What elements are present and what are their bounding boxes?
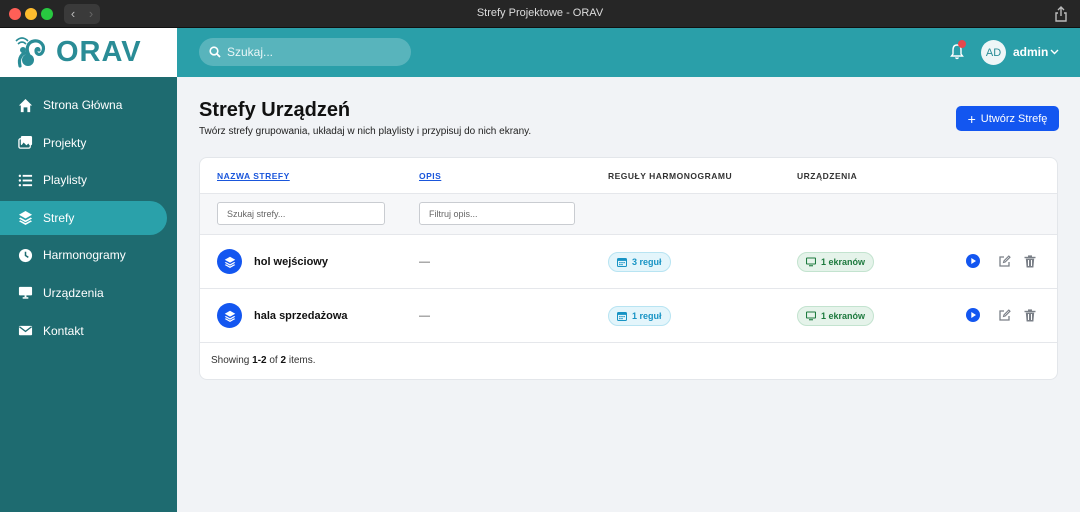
envelope-icon: [18, 325, 33, 336]
calendar-icon: [617, 258, 627, 267]
rules-count: 3 reguł: [632, 257, 662, 267]
sidebar-item-label: Urządzenia: [43, 285, 104, 300]
page-subtitle: Twórz strefy grupowania, układaj w nich …: [199, 126, 532, 137]
edit-icon: [998, 308, 1011, 321]
topbar: AD admin: [177, 28, 1080, 77]
devices-badge[interactable]: 1 ekranów: [797, 306, 875, 326]
list-icon: [18, 174, 33, 187]
sidebar: ORAV Strona Główna Projekty Playlisty St…: [0, 28, 177, 512]
sidebar-nav: Strona Główna Projekty Playlisty Strefy …: [0, 88, 177, 348]
summary-range: 1-2: [252, 355, 267, 366]
sidebar-item-zones[interactable]: Strefy: [0, 200, 167, 235]
sidebar-item-home[interactable]: Strona Główna: [0, 88, 177, 122]
play-button[interactable]: [966, 254, 980, 268]
layers-icon: [18, 211, 33, 226]
logo[interactable]: ORAV: [0, 28, 177, 77]
delete-button[interactable]: [1023, 308, 1037, 322]
zone-description: —: [419, 310, 430, 322]
main-content: Strefy Urządzeń Twórz strefy grupowania,…: [177, 77, 1080, 512]
sidebar-item-label: Projekty: [43, 135, 87, 150]
sidebar-item-label: Kontakt: [43, 323, 84, 338]
rules-badge[interactable]: 1 reguł: [608, 306, 671, 326]
zones-table: NAZWA STREFY OPIS REGUŁY HARMONOGRAMU UR…: [199, 157, 1058, 380]
devices-badge[interactable]: 1 ekranów: [797, 252, 875, 272]
sidebar-item-label: Playlisty: [43, 173, 88, 188]
sidebar-item-playlists[interactable]: Playlisty: [0, 163, 177, 197]
sidebar-item-devices[interactable]: Urządzenia: [0, 276, 177, 310]
global-search: [199, 38, 411, 66]
zone-name[interactable]: hala sprzedażowa: [254, 310, 348, 322]
sidebar-item-projects[interactable]: Projekty: [0, 126, 177, 160]
sidebar-item-label: Strona Główna: [43, 98, 123, 112]
sidebar-item-label: Harmonogramy: [43, 248, 126, 263]
edit-button[interactable]: [997, 308, 1011, 322]
column-header-rules: REGUŁY HARMONOGRAMU: [608, 171, 733, 181]
play-icon: [966, 308, 980, 322]
table-row: hol wejściowy — 3 reguł 1 ekranów: [200, 235, 1057, 289]
monitor-icon: [806, 257, 816, 267]
name-filter-input[interactable]: [217, 202, 385, 225]
page-title: Strefy Urządzeń: [199, 99, 351, 121]
column-header-name[interactable]: NAZWA STREFY: [217, 171, 290, 181]
edit-button[interactable]: [997, 254, 1011, 268]
summary-prefix: Showing: [211, 355, 253, 366]
trash-icon: [1024, 308, 1036, 321]
images-icon: [18, 136, 33, 149]
search-input[interactable]: [227, 45, 407, 59]
plus-icon: +: [967, 110, 976, 127]
create-zone-button[interactable]: + Utwórz Strefę: [956, 106, 1059, 131]
table-row: hala sprzedażowa — 1 reguł 1 ekranów: [200, 289, 1057, 343]
home-icon: [18, 98, 33, 112]
summary-suffix: items.: [286, 355, 316, 366]
avatar[interactable]: AD: [981, 40, 1006, 65]
monitor-icon: [18, 287, 33, 300]
summary-mid: of: [266, 355, 281, 366]
brand-name: ORAV: [56, 36, 142, 68]
zone-name[interactable]: hol wejściowy: [254, 256, 328, 268]
layers-icon: [217, 249, 242, 274]
user-name[interactable]: admin: [1013, 45, 1048, 59]
sidebar-item-label: Strefy: [43, 210, 75, 225]
sidebar-item-contact[interactable]: Kontakt: [0, 314, 177, 348]
trash-icon: [1024, 254, 1036, 267]
create-zone-label: Utwórz Strefę: [980, 112, 1048, 125]
rules-count: 1 reguł: [632, 311, 662, 321]
play-icon: [966, 254, 980, 268]
search-icon: [209, 46, 221, 58]
devices-count: 1 ekranów: [821, 311, 866, 321]
pagination-summary: Showing 1-2 of 2 items.: [211, 355, 316, 366]
devices-count: 1 ekranów: [821, 257, 866, 267]
column-header-devices: URZĄDZENIA: [797, 171, 858, 181]
monitor-icon: [806, 311, 816, 321]
edit-icon: [998, 254, 1011, 267]
description-filter-input[interactable]: [419, 202, 575, 225]
play-button[interactable]: [966, 308, 980, 322]
share-icon[interactable]: [1054, 6, 1068, 22]
sidebar-item-schedules[interactable]: Harmonogramy: [0, 238, 177, 272]
calendar-icon: [617, 312, 627, 321]
column-header-description[interactable]: OPIS: [419, 171, 441, 181]
layers-icon: [217, 303, 242, 328]
zone-description: —: [419, 256, 430, 268]
table-header: NAZWA STREFY OPIS REGUŁY HARMONOGRAMU UR…: [200, 158, 1057, 194]
squirrel-logo-icon: [15, 36, 46, 68]
clock-icon: [18, 248, 33, 262]
chevron-down-icon[interactable]: [1050, 47, 1059, 56]
rules-badge[interactable]: 3 reguł: [608, 252, 671, 272]
filter-row: [200, 194, 1057, 235]
delete-button[interactable]: [1023, 254, 1037, 268]
window-titlebar: ‹ › Strefy Projektowe - ORAV: [0, 0, 1080, 28]
notification-badge: [958, 40, 966, 48]
window-title: Strefy Projektowe - ORAV: [476, 7, 604, 19]
